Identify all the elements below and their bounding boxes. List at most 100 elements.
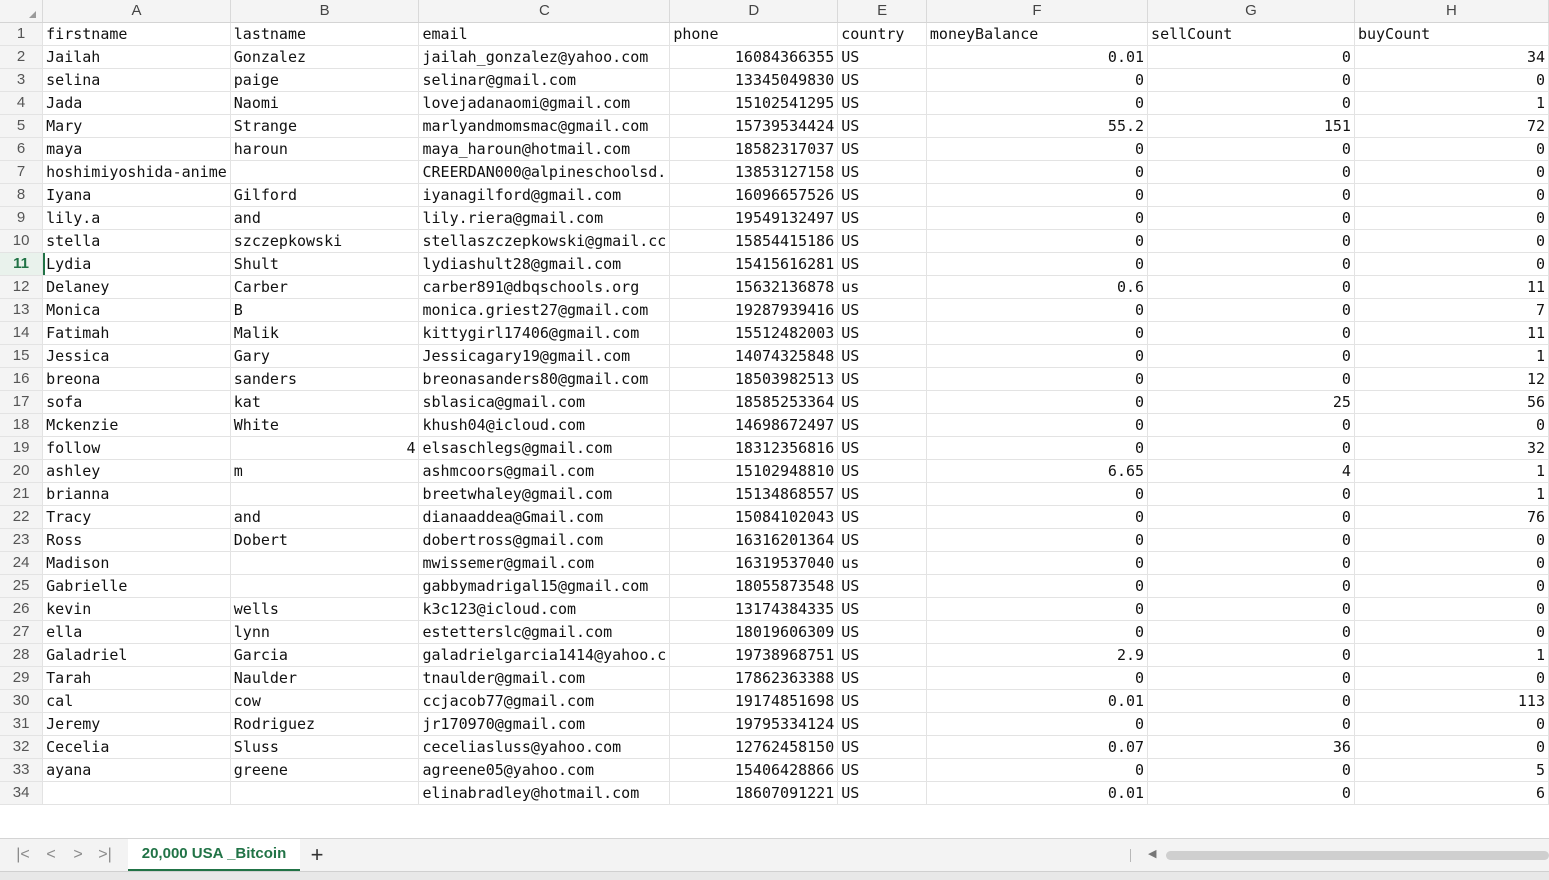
cell[interactable]: Jessica <box>42 344 231 368</box>
cell[interactable]: us <box>837 275 927 299</box>
column-header-h[interactable]: H <box>1354 0 1549 23</box>
column-header-b[interactable]: B <box>230 0 420 23</box>
cell[interactable]: sanders <box>230 367 420 391</box>
cell[interactable]: 0 <box>926 183 1149 207</box>
header-cell[interactable]: buyCount <box>1354 22 1549 46</box>
cell[interactable]: 0 <box>1354 712 1549 736</box>
cell[interactable]: 2.9 <box>926 643 1149 667</box>
cell[interactable]: ella <box>42 620 231 644</box>
cell[interactable]: 0 <box>1354 666 1549 690</box>
cell[interactable]: 19287939416 <box>669 298 839 322</box>
cell[interactable]: US <box>837 160 927 184</box>
cell[interactable]: Jessicagary19@gmail.com <box>418 344 671 368</box>
cell[interactable]: 16096657526 <box>669 183 839 207</box>
cell[interactable]: US <box>837 781 927 805</box>
cell[interactable]: US <box>837 643 927 667</box>
cell[interactable]: 0 <box>926 321 1149 345</box>
cell[interactable]: ccjacob77@gmail.com <box>418 689 671 713</box>
cell[interactable]: 1 <box>1354 482 1549 506</box>
cell[interactable]: 0 <box>1354 597 1549 621</box>
cell[interactable] <box>230 574 420 598</box>
cell[interactable]: US <box>837 758 927 782</box>
cell[interactable]: ashley <box>42 459 231 483</box>
row-number[interactable]: 17 <box>0 390 44 414</box>
cell[interactable]: White <box>230 413 420 437</box>
cell[interactable]: 0 <box>1354 137 1549 161</box>
cell[interactable]: 13853127158 <box>669 160 839 184</box>
row-number[interactable]: 11 <box>0 252 44 276</box>
cell[interactable]: Jada <box>42 91 231 115</box>
cell[interactable]: 1 <box>1354 344 1549 368</box>
row-number[interactable]: 8 <box>0 183 44 207</box>
cell[interactable]: szczepkowski <box>230 229 420 253</box>
cell[interactable]: Ross <box>42 528 231 552</box>
cell[interactable]: 0 <box>1147 712 1355 736</box>
cell[interactable]: 0 <box>1354 735 1549 759</box>
cell[interactable]: hoshimiyoshida-anime <box>42 160 231 184</box>
cell[interactable]: cal <box>42 689 231 713</box>
row-number[interactable]: 2 <box>0 45 44 69</box>
header-cell[interactable]: lastname <box>230 22 420 46</box>
cell[interactable]: 0 <box>1147 551 1355 575</box>
cell[interactable]: 0 <box>1147 643 1355 667</box>
cell[interactable]: 15854415186 <box>669 229 839 253</box>
cell[interactable]: selinar@gmail.com <box>418 68 671 92</box>
cell[interactable]: 0 <box>1147 45 1355 69</box>
cell[interactable]: 0 <box>1354 68 1549 92</box>
cell[interactable]: 19795334124 <box>669 712 839 736</box>
row-number[interactable]: 26 <box>0 597 44 621</box>
row-number[interactable]: 18 <box>0 413 44 437</box>
cell[interactable]: US <box>837 689 927 713</box>
cell[interactable]: lily.riera@gmail.com <box>418 206 671 230</box>
cell[interactable]: lydiashult28@gmail.com <box>418 252 671 276</box>
cell[interactable]: wells <box>230 597 420 621</box>
cell[interactable]: 0 <box>926 436 1149 460</box>
cell[interactable]: and <box>230 206 420 230</box>
cell[interactable]: ceceliasluss@yahoo.com <box>418 735 671 759</box>
cell[interactable]: us <box>837 551 927 575</box>
cell[interactable]: 18582317037 <box>669 137 839 161</box>
cell[interactable] <box>230 160 420 184</box>
cell[interactable]: US <box>837 321 927 345</box>
cell[interactable]: kevin <box>42 597 231 621</box>
cell[interactable]: 14698672497 <box>669 413 839 437</box>
cell[interactable]: Tarah <box>42 666 231 690</box>
cell[interactable]: 7 <box>1354 298 1549 322</box>
cell[interactable]: US <box>837 620 927 644</box>
cell[interactable]: 4 <box>230 436 420 460</box>
cell[interactable]: sblasica@gmail.com <box>418 390 671 414</box>
cell[interactable]: Carber <box>230 275 420 299</box>
row-number[interactable]: 19 <box>0 436 44 460</box>
cell[interactable]: brianna <box>42 482 231 506</box>
cell[interactable]: lily.a <box>42 206 231 230</box>
cell[interactable]: 15632136878 <box>669 275 839 299</box>
cell[interactable]: Madison <box>42 551 231 575</box>
cell[interactable]: dianaaddea@Gmail.com <box>418 505 671 529</box>
column-header-c[interactable]: C <box>418 0 671 23</box>
cell[interactable]: Malik <box>230 321 420 345</box>
cell[interactable]: 0 <box>926 758 1149 782</box>
cell[interactable]: 0 <box>1354 229 1549 253</box>
cell[interactable]: tnaulder@gmail.com <box>418 666 671 690</box>
cell[interactable]: elinabradley@hotmail.com <box>418 781 671 805</box>
row-number[interactable]: 12 <box>0 275 44 299</box>
row-number[interactable]: 23 <box>0 528 44 552</box>
header-cell[interactable]: country <box>837 22 927 46</box>
cell[interactable]: 0 <box>926 68 1149 92</box>
row-number[interactable]: 5 <box>0 114 44 138</box>
cell[interactable]: dobertross@gmail.com <box>418 528 671 552</box>
cell[interactable]: 55.2 <box>926 114 1149 138</box>
cell[interactable]: US <box>837 229 927 253</box>
row-number[interactable]: 15 <box>0 344 44 368</box>
header-cell[interactable]: firstname <box>42 22 231 46</box>
cell[interactable]: 0 <box>926 91 1149 115</box>
cell[interactable]: 16319537040 <box>669 551 839 575</box>
row-number[interactable]: 20 <box>0 459 44 483</box>
cell[interactable]: 0.01 <box>926 781 1149 805</box>
cell[interactable]: Tracy <box>42 505 231 529</box>
cell[interactable]: 0 <box>1147 689 1355 713</box>
cell[interactable]: US <box>837 735 927 759</box>
header-cell[interactable]: sellCount <box>1147 22 1355 46</box>
column-header-e[interactable]: E <box>837 0 927 23</box>
cell[interactable]: 0 <box>1147 183 1355 207</box>
